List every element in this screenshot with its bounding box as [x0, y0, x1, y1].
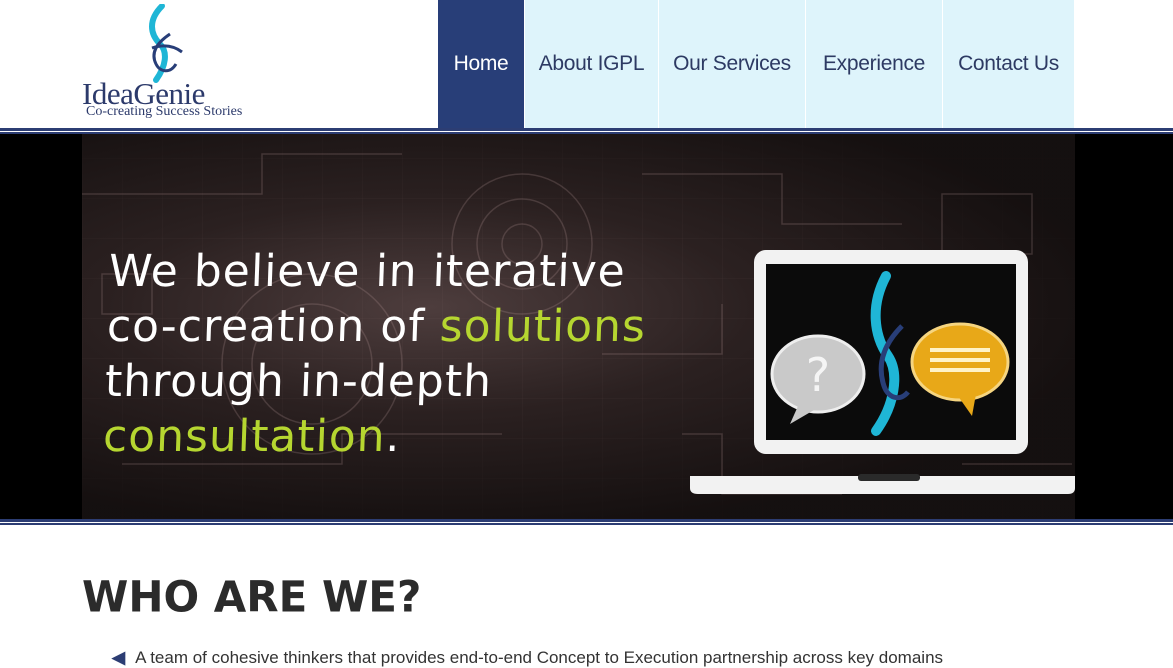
hero-banner: We believe in iterative co-creation of s… — [0, 134, 1173, 519]
hero-line-1: We believe in iterative — [107, 246, 627, 297]
nav-contact-us[interactable]: Contact Us — [943, 0, 1075, 128]
hero-highlight-solutions: solutions — [438, 301, 647, 352]
list-item: ◀ A team of cohesive thinkers that provid… — [112, 648, 943, 668]
svg-text:?: ? — [806, 348, 830, 402]
section-title: WHO ARE WE? — [82, 571, 422, 622]
hero-headline: We believe in iterative co-creation of s… — [102, 244, 649, 464]
hero-line-4: consultation. — [102, 409, 643, 464]
hero-line-4-period: . — [384, 411, 402, 462]
banner-divider-2 — [0, 523, 1173, 525]
logo-mark-icon — [149, 4, 183, 83]
hero-line-2-text: co-creation of — [106, 301, 441, 352]
hero-highlight-consultation: consultation — [102, 411, 387, 462]
logo-tagline: Co-creating Success Stories — [86, 104, 243, 119]
nav-about-igpl[interactable]: About IGPL — [525, 0, 659, 128]
list-item-text: A team of cohesive thinkers that provide… — [135, 648, 944, 667]
main-nav: Home About IGPL Our Services Experience … — [438, 0, 1075, 128]
hero-line-2: co-creation of solutions — [106, 299, 647, 354]
hero-line-3: through in-depth — [104, 356, 493, 407]
bullet-icon: ◀ — [112, 648, 126, 667]
site-header: IdeaGenie Co-creating Success Stories Ho… — [0, 0, 1173, 128]
nav-home[interactable]: Home — [438, 0, 525, 128]
logo[interactable]: IdeaGenie Co-creating Success Stories — [80, 4, 270, 124]
nav-experience[interactable]: Experience — [806, 0, 943, 128]
nav-our-services[interactable]: Our Services — [659, 0, 806, 128]
laptop-icon: ? — [690, 250, 1075, 494]
